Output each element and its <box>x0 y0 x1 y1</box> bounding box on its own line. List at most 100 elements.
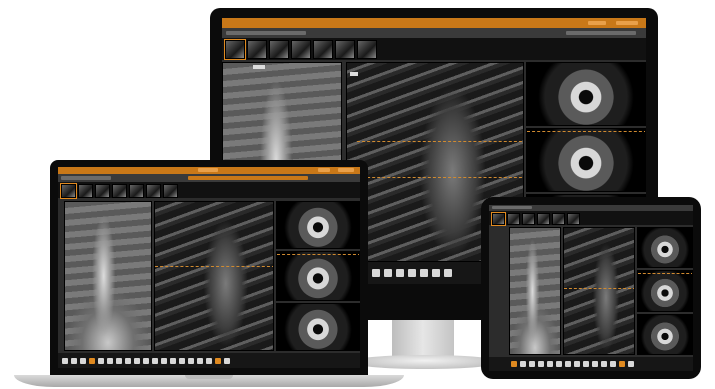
zoom-icon[interactable] <box>520 361 526 367</box>
layout-2x2-icon[interactable] <box>583 361 589 367</box>
series-thumbnail[interactable] <box>291 40 311 59</box>
laptop-message-bar <box>188 176 308 180</box>
zoom-icon[interactable] <box>372 269 380 277</box>
reference-line <box>357 177 523 178</box>
series-thumbnail[interactable] <box>567 213 580 225</box>
series-thumbnail[interactable] <box>163 184 178 198</box>
layout-2x2-icon[interactable] <box>170 357 176 364</box>
series-thumbnail[interactable] <box>247 40 267 59</box>
monitor-header <box>222 18 646 28</box>
reset-icon[interactable] <box>152 357 158 364</box>
laptop-axial-viewport-2[interactable] <box>276 251 360 301</box>
reference-line <box>638 273 692 274</box>
monitor-axial-viewport-1[interactable] <box>526 62 646 126</box>
reference-line <box>527 131 645 132</box>
series-thumbnail[interactable] <box>224 39 246 60</box>
viewport-marker <box>253 65 265 69</box>
invert-icon[interactable] <box>143 357 149 364</box>
monitor-help-button[interactable] <box>588 21 606 25</box>
laptop-study-info <box>61 176 111 180</box>
annotate-icon[interactable] <box>432 269 440 277</box>
invert-icon[interactable] <box>556 361 562 367</box>
rotate-icon[interactable] <box>80 357 86 364</box>
window-level-icon[interactable] <box>396 269 404 277</box>
laptop-toolbar <box>58 353 360 368</box>
ruler-icon[interactable] <box>529 361 535 367</box>
angle-icon[interactable] <box>538 361 544 367</box>
series-thumbnail[interactable] <box>112 184 127 198</box>
layout-1x1-icon[interactable] <box>408 269 416 277</box>
settings-icon[interactable] <box>628 361 634 367</box>
series-thumbnail[interactable] <box>491 212 506 226</box>
series-thumbnail[interactable] <box>537 213 550 225</box>
sync-icon[interactable] <box>601 361 607 367</box>
layout-1x1-icon[interactable] <box>161 357 167 364</box>
reference-line <box>357 141 523 142</box>
sync-icon[interactable] <box>197 357 203 364</box>
layout-1x1-icon[interactable] <box>574 361 580 367</box>
layout-2x2-icon[interactable] <box>420 269 428 277</box>
tablet-axial-viewport-1[interactable] <box>637 227 693 268</box>
reference-line <box>277 254 359 255</box>
series-thumbnail[interactable] <box>507 213 520 225</box>
series-thumbnail[interactable] <box>522 213 535 225</box>
monitor-search-field[interactable] <box>566 31 636 35</box>
ruler-icon[interactable] <box>107 357 113 364</box>
annotate-icon[interactable] <box>547 361 553 367</box>
export-icon[interactable] <box>610 361 616 367</box>
tablet-axial-viewport-2[interactable] <box>637 270 693 312</box>
laptop-help-button[interactable] <box>318 168 330 172</box>
pan-icon[interactable] <box>71 357 77 364</box>
series-thumbnail[interactable] <box>552 213 565 225</box>
tablet-toolbar <box>489 357 693 371</box>
tablet-study-info <box>492 206 532 209</box>
series-thumbnail[interactable] <box>78 184 93 198</box>
settings-icon[interactable] <box>224 357 230 364</box>
window-level-icon[interactable] <box>511 361 517 367</box>
ruler-icon[interactable] <box>384 269 392 277</box>
laptop-logout-button[interactable] <box>338 168 354 172</box>
monitor-stand-base <box>350 355 500 369</box>
monitor-axial-viewport-2[interactable] <box>526 128 646 192</box>
window-level-icon[interactable] <box>89 357 95 364</box>
series-thumbnail[interactable] <box>146 184 161 198</box>
monitor-logout-button[interactable] <box>616 21 638 25</box>
layout-3x3-icon[interactable] <box>179 357 185 364</box>
reset-icon[interactable] <box>565 361 571 367</box>
tablet-xray-viewport[interactable] <box>509 227 561 355</box>
cine-icon[interactable] <box>592 361 598 367</box>
laptop-header <box>58 167 360 174</box>
reference-line <box>155 266 273 267</box>
angle-icon[interactable] <box>116 357 122 364</box>
laptop-thumbnail-strip <box>58 182 360 199</box>
arrow-icon[interactable] <box>62 357 68 364</box>
viewport-marker <box>350 72 358 76</box>
tablet-screen <box>489 205 693 371</box>
series-thumbnail[interactable] <box>269 40 289 59</box>
reference-line <box>564 288 634 289</box>
tablet-axial-viewport-3[interactable] <box>637 314 693 355</box>
zoom-icon[interactable] <box>98 357 104 364</box>
magnify-icon[interactable] <box>134 357 140 364</box>
series-thumbnail[interactable] <box>313 40 333 59</box>
series-thumbnail[interactable] <box>129 184 144 198</box>
series-thumbnail[interactable] <box>95 184 110 198</box>
tablet-sagittal-viewport[interactable] <box>563 227 635 355</box>
laptop-sagittal-viewport[interactable] <box>154 201 274 351</box>
annotate-icon[interactable] <box>125 357 131 364</box>
series-thumbnail[interactable] <box>60 183 77 199</box>
laptop-axial-viewport-3[interactable] <box>276 303 360 351</box>
laptop-xray-viewport[interactable] <box>64 201 152 351</box>
crosshair-icon[interactable] <box>619 361 625 367</box>
series-thumbnail[interactable] <box>357 40 377 59</box>
monitor-study-info-bar <box>222 28 646 38</box>
crosshair-icon[interactable] <box>215 357 221 364</box>
laptop-axial-viewport-1[interactable] <box>276 201 360 249</box>
laptop-screen <box>58 167 360 368</box>
laptop-hinge-notch <box>185 375 233 379</box>
cine-icon[interactable] <box>188 357 194 364</box>
cine-icon[interactable] <box>444 269 452 277</box>
series-thumbnail[interactable] <box>335 40 355 59</box>
tablet-thumbnail-strip <box>489 211 693 226</box>
export-icon[interactable] <box>206 357 212 364</box>
